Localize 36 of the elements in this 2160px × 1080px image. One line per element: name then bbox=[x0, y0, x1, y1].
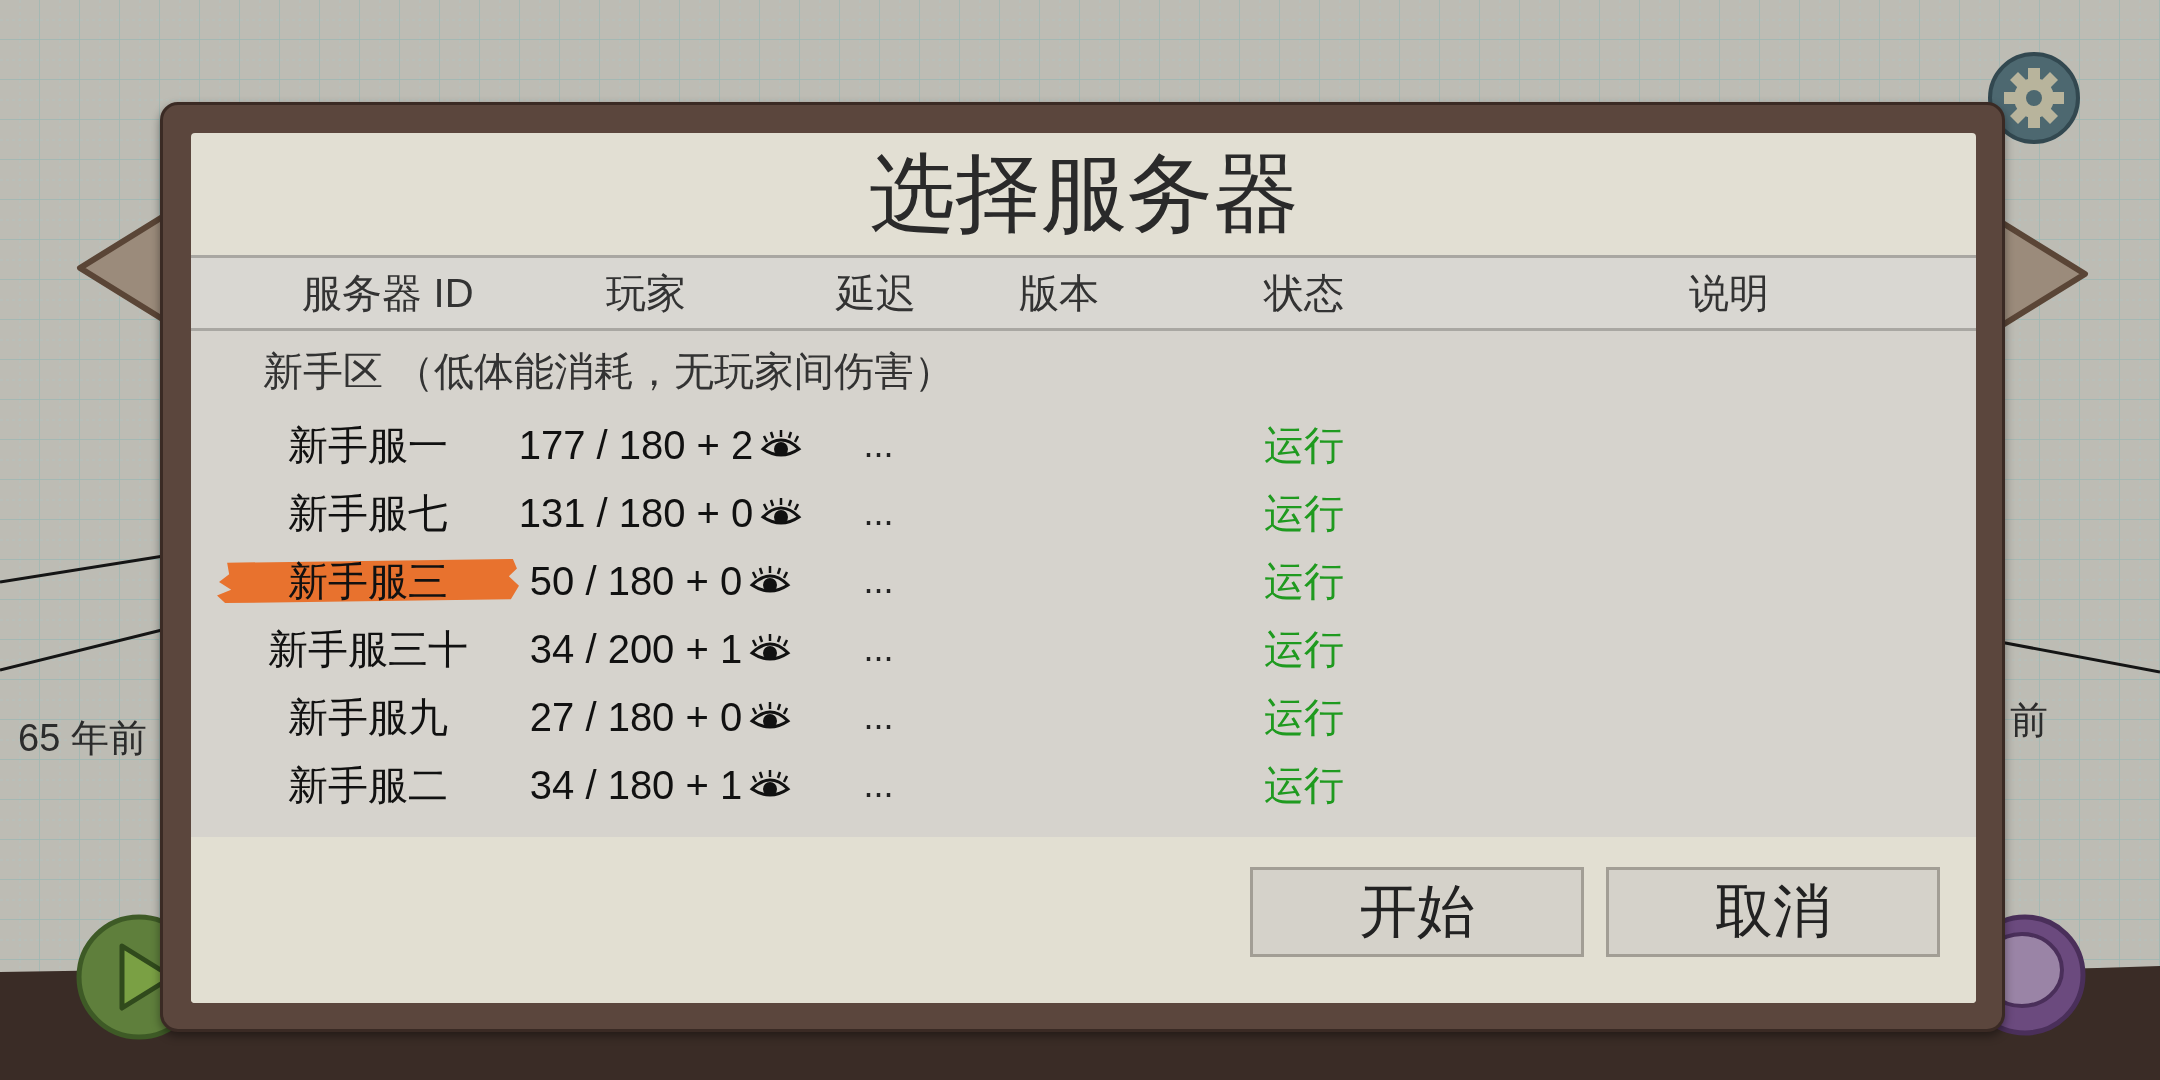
column-header: 服务器 ID bbox=[301, 269, 475, 317]
column-header: 说明 bbox=[1687, 269, 1770, 317]
player-count: 50 / 180 + 0 bbox=[529, 558, 743, 604]
status-text: 运行 bbox=[1263, 489, 1344, 537]
status-text: 运行 bbox=[1263, 761, 1344, 809]
player-count: 34 / 180 + 1 bbox=[529, 762, 743, 808]
map-label: 前 bbox=[2010, 698, 2048, 742]
server-name[interactable]: 新手服三 bbox=[288, 553, 448, 609]
latency-value: ... bbox=[863, 492, 894, 534]
cancel-button[interactable]: 取消 bbox=[1606, 867, 1940, 957]
player-count: 131 / 180 + 0 bbox=[518, 490, 754, 536]
latency-value: ... bbox=[863, 424, 894, 466]
column-header: 玩家 bbox=[605, 269, 687, 317]
latency-value: ... bbox=[863, 696, 894, 738]
status-text: 运行 bbox=[1263, 693, 1344, 741]
player-count: 177 / 180 + 2 bbox=[518, 422, 754, 468]
server-name[interactable]: 新手服七 bbox=[288, 485, 448, 541]
status-text: 运行 bbox=[1263, 625, 1344, 673]
column-header: 版本 bbox=[1017, 269, 1100, 317]
server-name[interactable]: 新手服一 bbox=[288, 417, 448, 473]
latency-value: ... bbox=[863, 560, 894, 602]
start-button[interactable]: 开始 bbox=[1250, 867, 1584, 957]
player-count: 34 / 200 + 1 bbox=[529, 626, 743, 672]
status-text: 运行 bbox=[1263, 557, 1344, 605]
server-name[interactable]: 新手服二 bbox=[288, 757, 448, 813]
column-header: 延迟 bbox=[835, 269, 917, 317]
server-name[interactable]: 新手服三十 bbox=[268, 621, 468, 677]
status-text: 运行 bbox=[1263, 421, 1344, 469]
latency-value: ... bbox=[863, 764, 894, 806]
map-label: 65 年前 bbox=[18, 716, 147, 760]
player-count: 27 / 180 + 0 bbox=[529, 694, 743, 740]
column-header: 状态 bbox=[1262, 269, 1345, 317]
dialog-title: 选择服务器 bbox=[867, 143, 1300, 243]
server-name[interactable]: 新手服九 bbox=[288, 689, 448, 745]
latency-value: ... bbox=[863, 628, 894, 670]
section-label: 新手区 （低体能消耗，无玩家间伤害） bbox=[262, 348, 956, 395]
